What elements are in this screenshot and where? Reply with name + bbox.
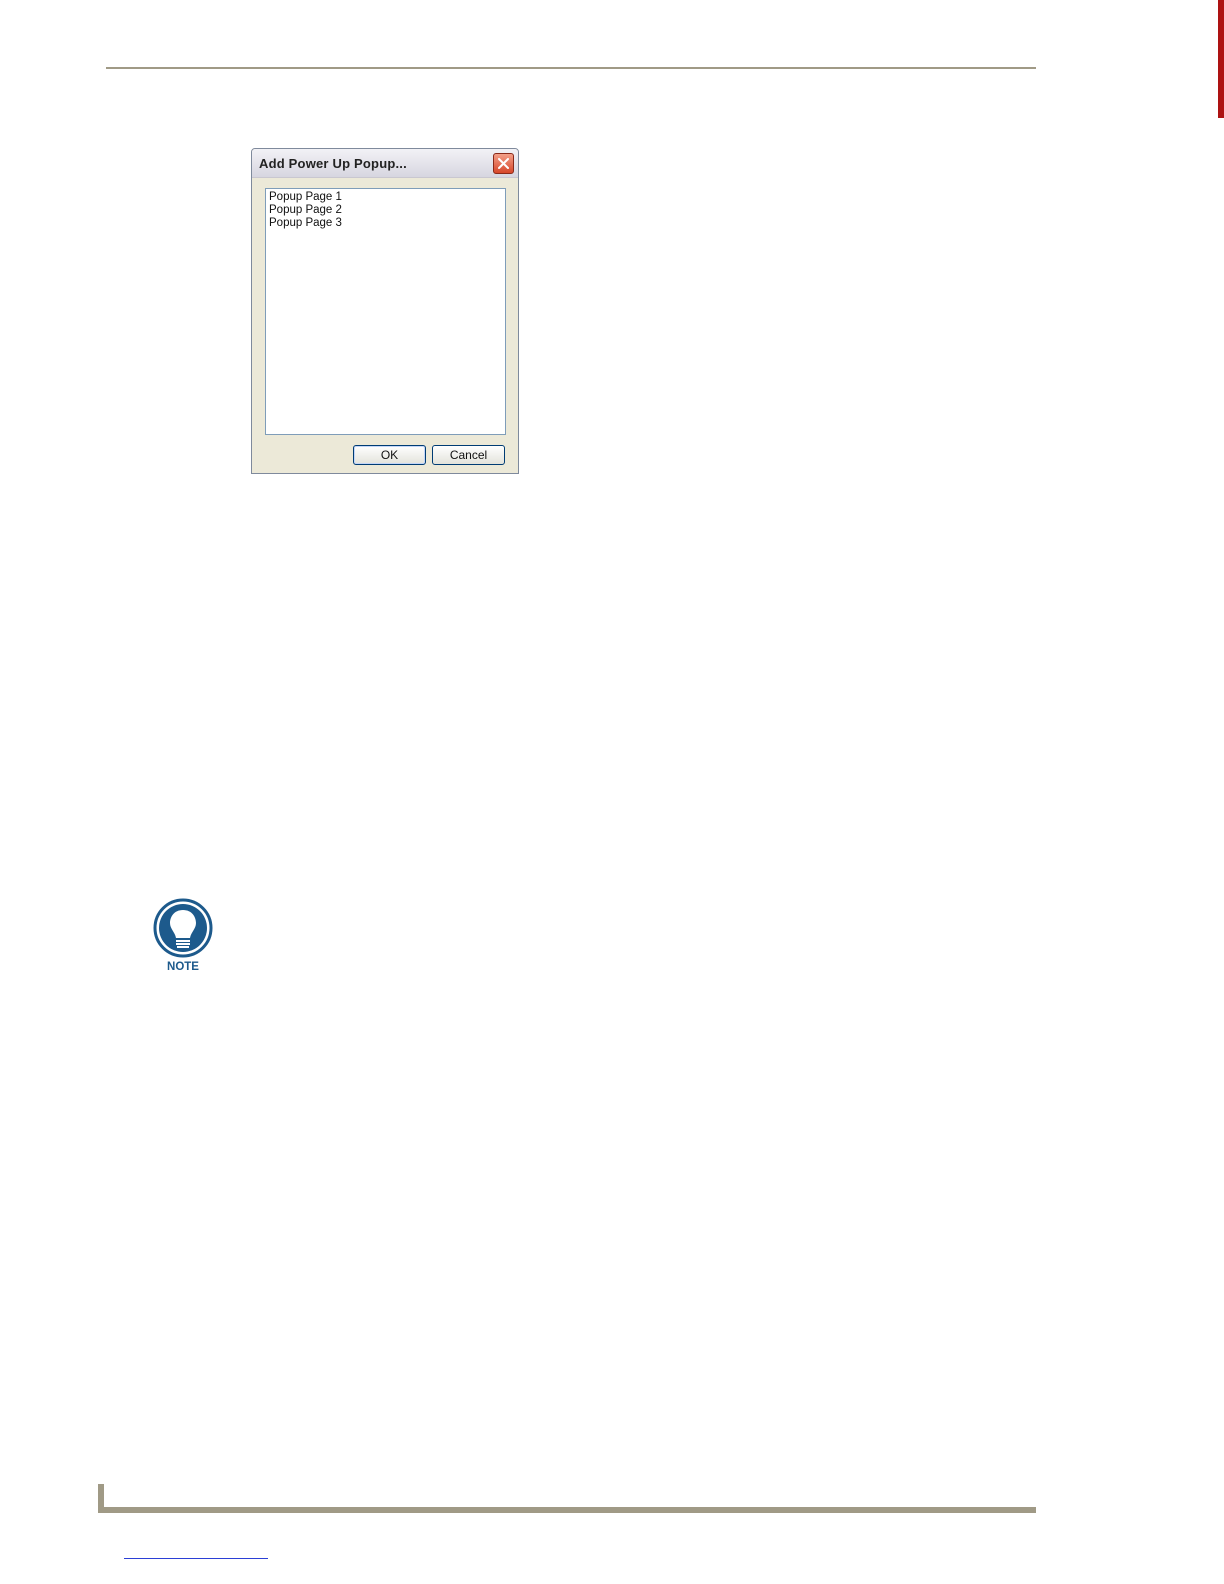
- dialog-title: Add Power Up Popup...: [259, 156, 407, 171]
- close-button[interactable]: [493, 153, 514, 174]
- note-label: NOTE: [167, 961, 199, 973]
- chapter-tab: [1218, 0, 1224, 118]
- list-item[interactable]: Popup Page 3: [269, 217, 502, 230]
- lightbulb-icon: [153, 898, 213, 958]
- footer-link-underline: [124, 1558, 268, 1559]
- popup-page-list[interactable]: Popup Page 1 Popup Page 2 Popup Page 3: [265, 188, 506, 435]
- add-power-up-popup-dialog: Add Power Up Popup... Popup Page 1 Popup…: [251, 148, 519, 474]
- close-icon: [498, 158, 509, 169]
- note-callout: NOTE: [152, 898, 214, 978]
- footer-rule: [98, 1507, 1036, 1513]
- list-item[interactable]: Popup Page 1: [269, 191, 502, 204]
- ok-button[interactable]: OK: [353, 445, 426, 465]
- header-rule: [106, 67, 1036, 69]
- dialog-titlebar[interactable]: Add Power Up Popup...: [252, 149, 518, 178]
- list-item[interactable]: Popup Page 2: [269, 204, 502, 217]
- cancel-button[interactable]: Cancel: [432, 445, 505, 465]
